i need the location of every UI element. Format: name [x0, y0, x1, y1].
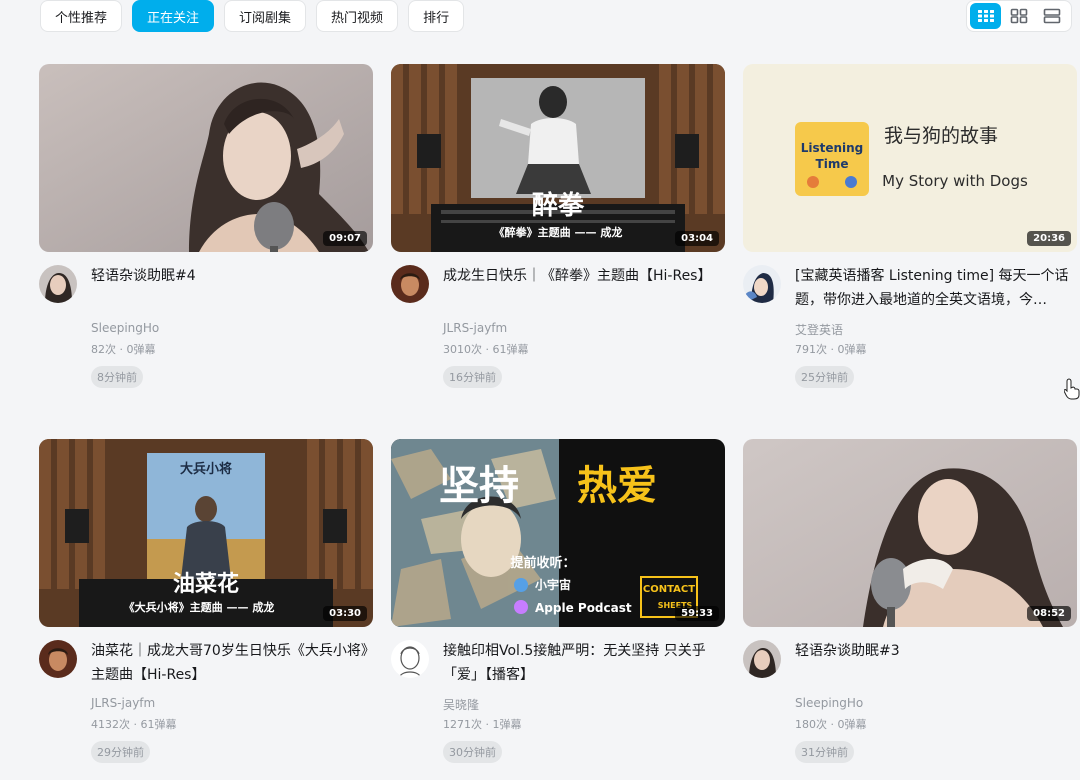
- video-title[interactable]: 轻语杂谈助眠#4: [91, 264, 371, 288]
- thumbnail-image: [743, 439, 1077, 627]
- video-card: Listening Time 我与狗的故事 My Story with Dogs…: [743, 64, 1077, 439]
- video-stats: 180次 · 0弹幕: [795, 718, 867, 731]
- video-duration: 03:30: [323, 606, 367, 621]
- video-thumbnail[interactable]: 08:52: [743, 439, 1077, 627]
- avatar-image: [743, 265, 781, 303]
- video-stats: 4132次 · 61弹幕: [91, 718, 177, 731]
- video-thumbnail[interactable]: 09:07: [39, 64, 373, 252]
- thumbnail-title-cn: 我与狗的故事: [884, 125, 998, 147]
- upload-time-badge: 8分钟前: [91, 366, 143, 388]
- thumbnail-word-1: 坚持: [439, 463, 519, 509]
- list-view-button[interactable]: [1037, 3, 1068, 29]
- thumbnail-word-2: 热爱: [577, 463, 657, 509]
- video-duration: 08:52: [1027, 606, 1071, 621]
- video-thumbnail[interactable]: 醉拳 《醉拳》主题曲 —— 成龙 03:04: [391, 64, 725, 252]
- upload-time-badge: 25分钟前: [795, 366, 854, 388]
- video-thumbnail[interactable]: 坚持 热爱 提前收听： 小宇宙 Apple Podcast CONTACT SH…: [391, 439, 725, 627]
- upload-time-badge: 31分钟前: [795, 741, 854, 763]
- uploader-name[interactable]: JLRS-jayfm: [91, 696, 155, 710]
- thumbnail-image: 大兵小将 油菜花 《大兵小将》主题曲 —— 成龙: [39, 439, 373, 627]
- upload-time-badge: 16分钟前: [443, 366, 502, 388]
- video-duration: 20:36: [1027, 231, 1071, 246]
- uploader-name[interactable]: 艾登英语: [795, 321, 843, 338]
- view-mode-toggle: [966, 0, 1072, 32]
- thumbnail-app-1: 小宇宙: [535, 577, 571, 592]
- video-thumbnail[interactable]: Listening Time 我与狗的故事 My Story with Dogs…: [743, 64, 1077, 252]
- video-title[interactable]: 接触印相Vol.5接触严明：无关坚持 只关乎「爱」【播客】: [443, 639, 723, 687]
- thumbnail-image: 坚持 热爱 提前收听： 小宇宙 Apple Podcast CONTACT SH…: [391, 439, 725, 627]
- uploader-name[interactable]: JLRS-jayfm: [443, 321, 507, 335]
- thumbnail-image: 醉拳 《醉拳》主题曲 —— 成龙: [391, 64, 725, 252]
- thumbnail-caption-small: 《醉拳》主题曲 —— 成龙: [494, 225, 623, 239]
- uploader-avatar[interactable]: [743, 640, 781, 678]
- video-title[interactable]: [宝藏英语播客 Listening time] 每天一个话题，带你进入最地道的全…: [795, 264, 1075, 312]
- video-thumbnail[interactable]: 大兵小将 油菜花 《大兵小将》主题曲 —— 成龙 03:30: [39, 439, 373, 627]
- grid-large-icon: [977, 10, 994, 22]
- video-stats: 791次 · 0弹幕: [795, 343, 867, 356]
- upload-time-badge: 30分钟前: [443, 741, 502, 763]
- brand-text-1: CONTACT: [643, 584, 695, 595]
- video-card: 醉拳 《醉拳》主题曲 —— 成龙 03:04 成龙生日快乐｜《醉拳》主题曲【Hi…: [391, 64, 725, 439]
- podcast-logo-text-top: Listening: [801, 141, 864, 155]
- uploader-name[interactable]: 吴晓隆: [443, 696, 479, 713]
- video-duration: 59:33: [675, 606, 719, 621]
- grid-large-view-button[interactable]: [970, 3, 1002, 29]
- avatar-image: [391, 640, 429, 678]
- video-card: 坚持 热爱 提前收听： 小宇宙 Apple Podcast CONTACT SH…: [391, 439, 725, 780]
- grid-small-view-button[interactable]: [1003, 3, 1034, 29]
- tab-trending[interactable]: 热门视频: [316, 0, 399, 32]
- podcast-logo-text-bottom: Time: [816, 157, 849, 171]
- thumbnail-app-2: Apple Podcast: [535, 601, 632, 615]
- avatar-image: [743, 640, 781, 678]
- uploader-avatar[interactable]: [39, 265, 77, 303]
- thumbnail-title-en: My Story with Dogs: [882, 172, 1028, 190]
- video-card: 08:52 轻语杂谈助眠#3 SleepingHo 180次 · 0弹幕 31分…: [743, 439, 1077, 780]
- upload-time-badge: 29分钟前: [91, 741, 150, 763]
- tab-subscribed-series[interactable]: 订阅剧集: [224, 0, 307, 32]
- hand-cursor-icon: [1064, 378, 1080, 400]
- uploader-avatar[interactable]: [743, 265, 781, 303]
- thumbnail-caption-big: 醉拳: [532, 191, 585, 221]
- thumbnail-caption-big: 油菜花: [173, 571, 239, 597]
- tab-ranking[interactable]: 排行: [408, 0, 465, 32]
- tab-recommended[interactable]: 个性推荐: [40, 0, 123, 32]
- thumbnail-caption-small: 《大兵小将》主题曲 —— 成龙: [124, 600, 275, 614]
- video-grid: 09:07 轻语杂谈助眠#4 SleepingHo 82次 · 0弹幕 8分钟前: [39, 64, 1077, 780]
- uploader-avatar[interactable]: [391, 265, 429, 303]
- uploader-name[interactable]: SleepingHo: [795, 696, 863, 710]
- tab-following[interactable]: 正在关注: [132, 0, 215, 32]
- video-card: 大兵小将 油菜花 《大兵小将》主题曲 —— 成龙 03:30 油菜花｜成龙大哥7…: [39, 439, 373, 780]
- thumbnail-listen-text: 提前收听：: [510, 555, 575, 571]
- video-stats: 3010次 · 61弹幕: [443, 343, 529, 356]
- avatar-image: [391, 265, 429, 303]
- grid-small-icon: [1010, 8, 1028, 24]
- thumbnail-image: [39, 64, 373, 252]
- video-stats: 1271次 · 1弹幕: [443, 718, 522, 731]
- avatar-image: [39, 640, 77, 678]
- video-title[interactable]: 成龙生日快乐｜《醉拳》主题曲【Hi-Res】: [443, 264, 723, 288]
- video-duration: 09:07: [323, 231, 367, 246]
- uploader-avatar[interactable]: [39, 640, 77, 678]
- list-icon: [1044, 8, 1061, 24]
- video-card: 09:07 轻语杂谈助眠#4 SleepingHo 82次 · 0弹幕 8分钟前: [39, 64, 373, 439]
- avatar-image: [39, 265, 77, 303]
- feed-tabs: 个性推荐 正在关注 订阅剧集 热门视频 排行: [40, 0, 465, 32]
- uploader-name[interactable]: SleepingHo: [91, 321, 159, 335]
- poster-title: 大兵小将: [180, 461, 232, 477]
- video-stats: 82次 · 0弹幕: [91, 343, 156, 356]
- thumbnail-image: Listening Time 我与狗的故事 My Story with Dogs: [743, 64, 1077, 252]
- video-title[interactable]: 油菜花｜成龙大哥70岁生日快乐《大兵小将》主题曲【Hi-Res】: [91, 639, 371, 687]
- video-duration: 03:04: [675, 231, 719, 246]
- video-title[interactable]: 轻语杂谈助眠#3: [795, 639, 1075, 663]
- uploader-avatar[interactable]: [391, 640, 429, 678]
